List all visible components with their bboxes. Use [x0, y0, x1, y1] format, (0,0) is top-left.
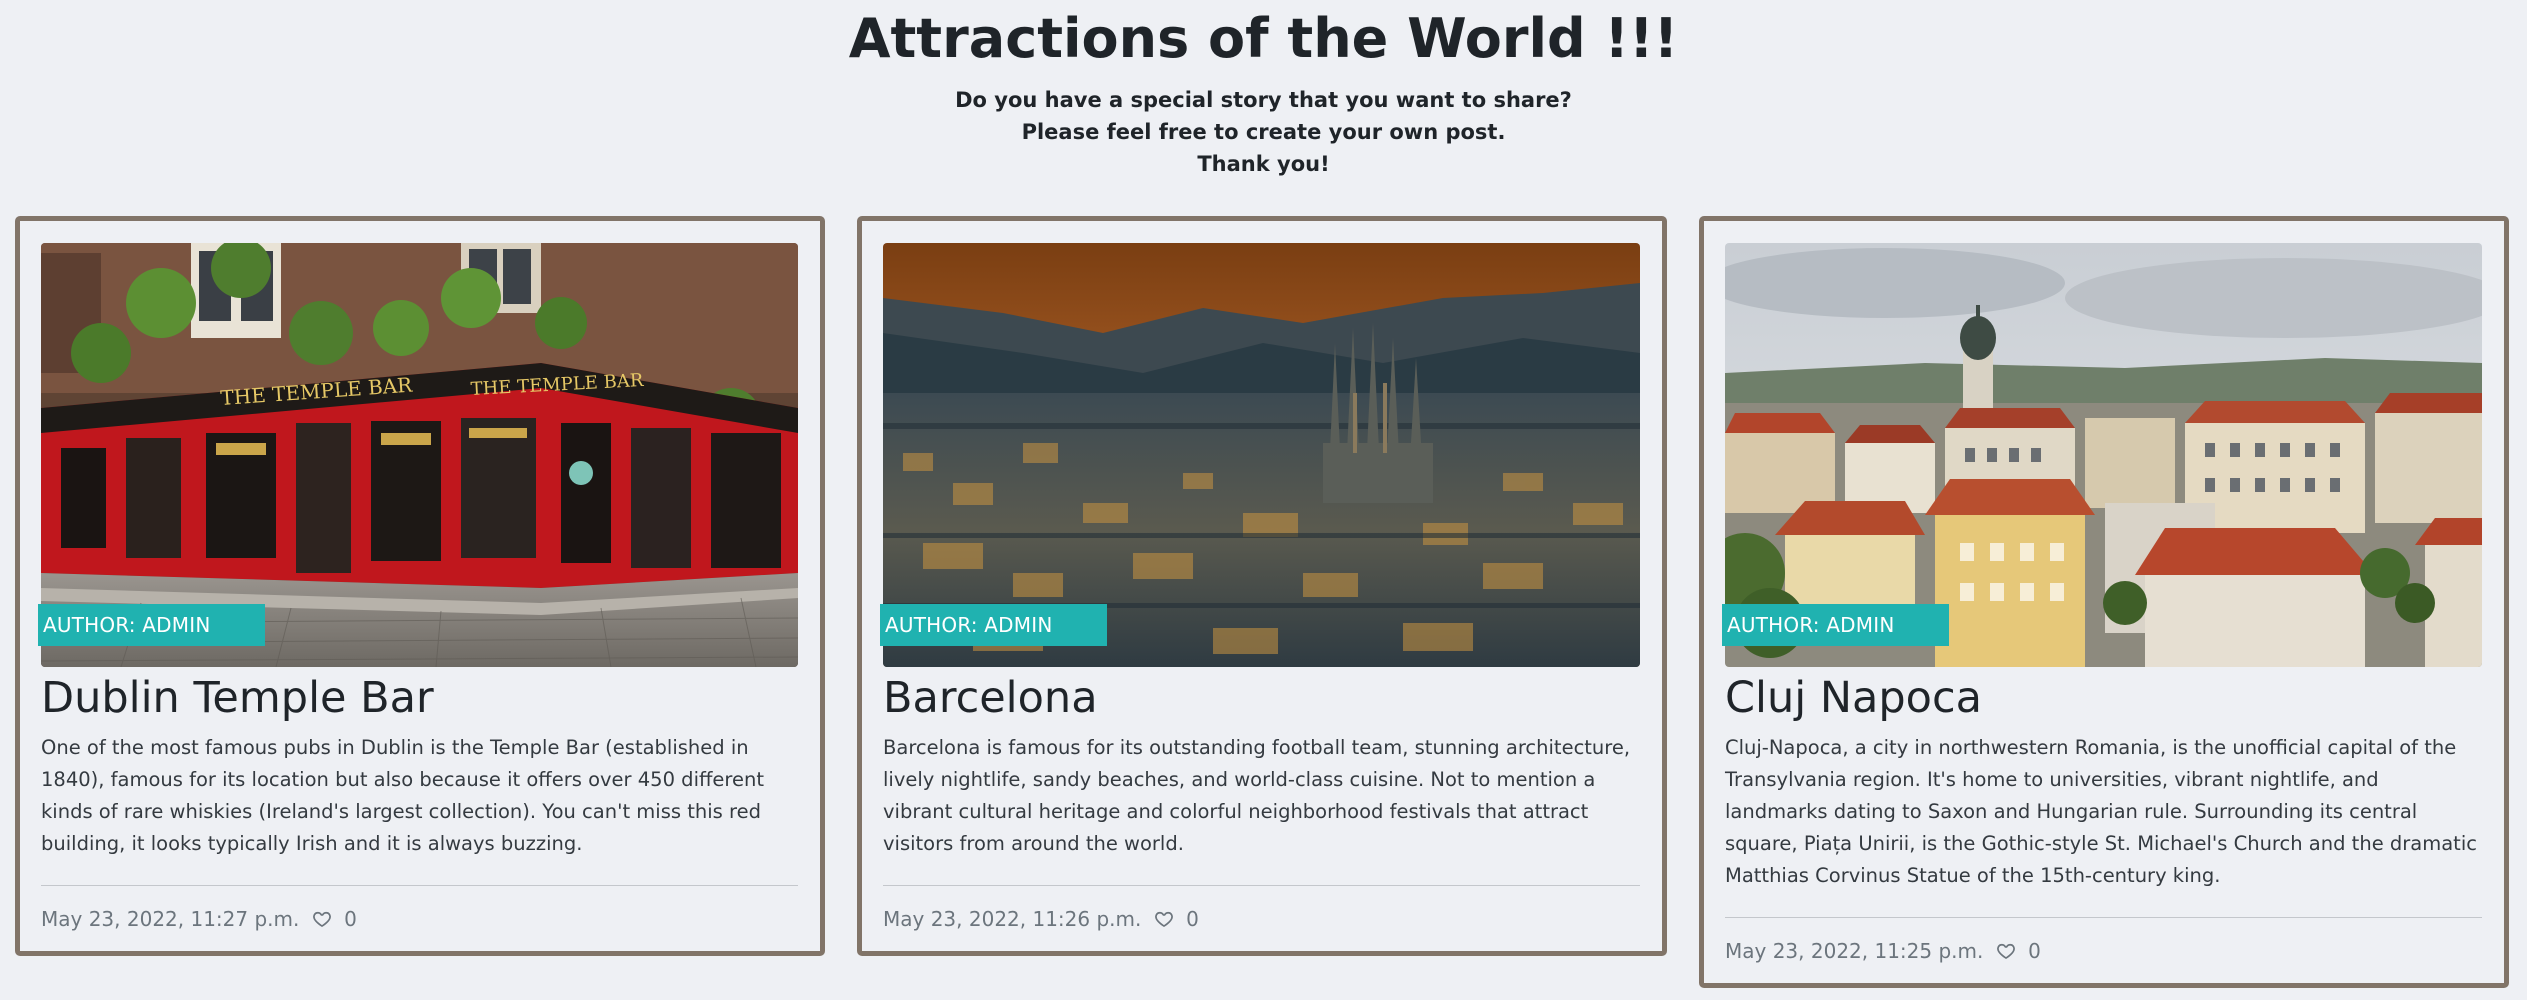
post-title[interactable]: Barcelona: [883, 669, 1098, 727]
like-count: 0: [344, 907, 357, 931]
intro-line: Do you have a special story that you wan…: [955, 88, 1572, 112]
heart-icon[interactable]: [1996, 941, 2016, 961]
card-divider: [41, 885, 798, 886]
like-count: 0: [1186, 907, 1199, 931]
post-description: One of the most famous pubs in Dublin is…: [41, 736, 765, 855]
post-description: Barcelona is famous for its outstanding …: [883, 736, 1631, 855]
post-card-dublin[interactable]: THE TEMPLE BAR THE TEMPLE BAR AUTHOR: AD…: [15, 216, 825, 956]
page-header: Attractions of the World !!! Do you have…: [0, 0, 2527, 180]
intro-line: Please feel free to create your own post…: [1021, 120, 1506, 144]
intro-line: Thank you!: [1197, 152, 1330, 176]
author-badge: AUTHOR: ADMIN: [880, 604, 1107, 646]
like-count: 0: [2028, 939, 2041, 963]
post-footer: May 23, 2022, 11:26 p.m. 0: [883, 904, 1199, 934]
heart-icon[interactable]: [1154, 909, 1174, 929]
post-title[interactable]: Cluj Napoca: [1725, 669, 1982, 727]
post-title[interactable]: Dublin Temple Bar: [41, 669, 434, 727]
post-date: May 23, 2022, 11:25 p.m.: [1725, 939, 1984, 963]
post-date: May 23, 2022, 11:27 p.m.: [41, 907, 300, 931]
author-badge: AUTHOR: ADMIN: [1722, 604, 1949, 646]
page-title: Attractions of the World !!!: [848, 7, 1679, 70]
author-badge: AUTHOR: ADMIN: [38, 604, 265, 646]
intro-text: Do you have a special story that you wan…: [0, 84, 2527, 180]
post-description: Cluj-Napoca, a city in northwestern Roma…: [1725, 736, 2477, 887]
post-footer: May 23, 2022, 11:27 p.m. 0: [41, 904, 357, 934]
post-card-cluj[interactable]: AUTHOR: ADMIN Cluj Napoca Cluj-Napoca, a…: [1699, 216, 2509, 988]
card-divider: [883, 885, 1640, 886]
post-footer: May 23, 2022, 11:25 p.m. 0: [1725, 936, 2041, 966]
post-date: May 23, 2022, 11:26 p.m.: [883, 907, 1142, 931]
post-card-barcelona[interactable]: AUTHOR: ADMIN Barcelona Barcelona is fam…: [857, 216, 1667, 956]
heart-icon[interactable]: [312, 909, 332, 929]
card-divider: [1725, 917, 2482, 918]
